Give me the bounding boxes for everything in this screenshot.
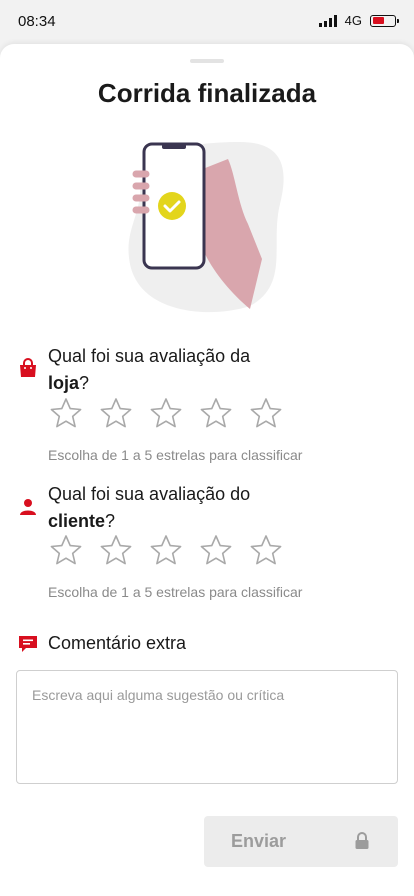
store-rating-subject: loja [48,373,80,393]
message-icon [19,636,37,652]
store-star-5-icon[interactable] [248,396,284,432]
customer-star-1-icon[interactable] [48,533,84,569]
send-button-label: Enviar [231,831,287,851]
customer-star-5-icon[interactable] [248,533,284,569]
customer-rating-question: Qual foi sua avaliação do cliente? [48,484,251,531]
customer-star-3-icon[interactable] [148,533,184,569]
person-icon [20,499,36,515]
store-star-rating[interactable] [48,396,284,432]
status-bar: 08:34 4G [0,0,414,44]
customer-rating-subject: cliente [48,511,106,531]
store-star-2-icon[interactable] [98,396,134,432]
battery-icon [370,14,399,27]
customer-rating-hint: Escolha de 1 a 5 estrelas para classific… [48,584,303,600]
store-star-4-icon[interactable] [198,396,234,432]
customer-star-4-icon[interactable] [198,533,234,569]
store-star-1-icon[interactable] [48,396,84,432]
customer-star-rating[interactable] [48,533,284,569]
store-star-3-icon[interactable] [148,396,184,432]
comment-textarea[interactable] [16,670,398,784]
status-time: 08:34 [18,13,56,30]
shopping-bag-icon [20,358,36,377]
status-icons: 4G [318,13,399,28]
sheet-drag-handle[interactable] [190,59,224,63]
customer-star-2-icon[interactable] [98,533,134,569]
comment-label: Comentário extra [48,633,187,653]
store-rating-question: Qual foi sua avaliação da loja? [48,346,251,393]
phone-confirmation-illustration [128,142,284,313]
send-button[interactable]: Enviar [204,816,398,867]
store-rating-hint: Escolha de 1 a 5 estrelas para classific… [48,447,303,463]
signal-icon [318,14,337,27]
battery-level [372,17,385,24]
bottom-sheet: Corrida finalizada Qual foi sua avaliaçã… [0,44,414,896]
network-label: 4G [344,13,362,28]
lock-icon [355,832,369,849]
page-title: Corrida finalizada [97,78,317,108]
